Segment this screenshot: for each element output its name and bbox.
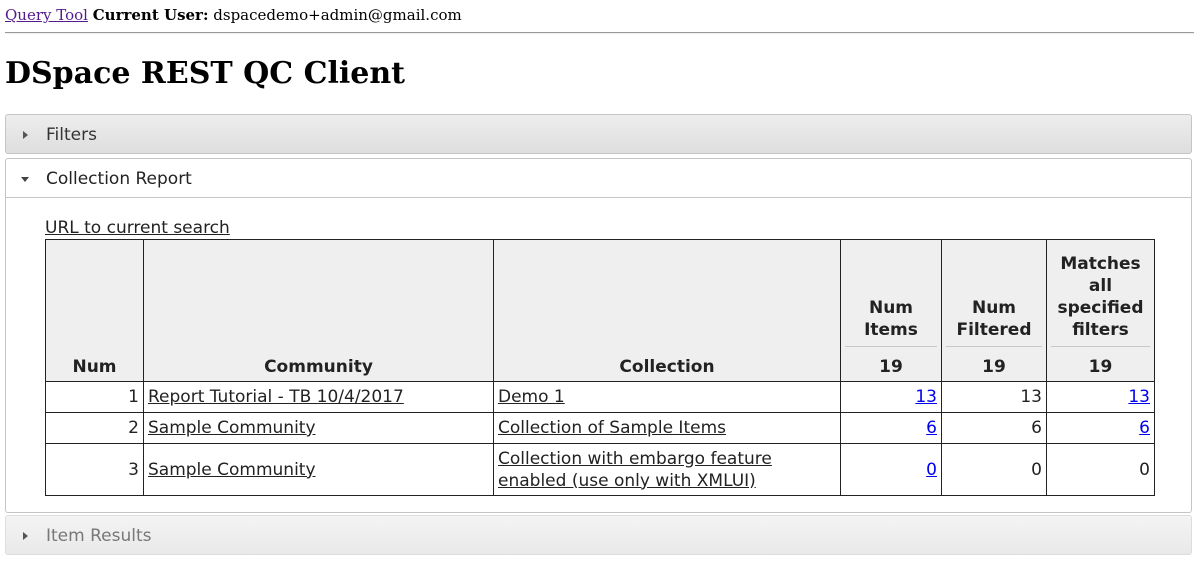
table-row: 2 Sample Community Collection of Sample … [45,412,1155,444]
total-num-filtered: 19 [946,346,1042,378]
num-filtered-value: 13 [941,381,1047,413]
accordion-collection-report-header[interactable]: Collection Report [5,158,1192,198]
header-collection[interactable]: Collection [493,239,841,382]
collection-report-table: Num Community Collection Num Items 19 Nu… [45,239,1155,496]
header-num-items[interactable]: Num Items 19 [840,239,942,382]
accordion-filters-header[interactable]: Filters [5,114,1192,154]
current-user-value: dspacedemo+admin@gmail.com [213,6,462,24]
community-link[interactable]: Sample Community [148,418,316,438]
matches-all-link[interactable]: 13 [1128,387,1150,407]
top-bar: Query Tool Current User: dspacedemo+admi… [5,6,462,24]
table-row: 3 Sample Community Collection with embar… [45,443,1155,496]
page-title: DSpace REST QC Client [5,56,406,91]
accordion-item-results-header[interactable]: Item Results [5,515,1192,555]
community-link[interactable]: Report Tutorial - TB 10/4/2017 [148,387,404,407]
header-community[interactable]: Community [143,239,494,382]
community-link[interactable]: Sample Community [148,460,316,480]
matches-all-link[interactable]: 6 [1139,418,1150,438]
num-filtered-value: 6 [941,412,1047,444]
table-header-row: Num Community Collection Num Items 19 Nu… [45,239,1155,382]
table-row: 1 Report Tutorial - TB 10/4/2017 Demo 1 … [45,381,1155,413]
header-divider [5,32,1194,34]
collection-link[interactable]: Demo 1 [498,387,565,407]
current-user-label: Current User: [92,6,209,24]
collection-link[interactable]: Collection with embargo feature enabled … [498,449,772,491]
row-num: 3 [45,443,144,496]
triangle-down-icon [20,159,32,199]
query-tool-link[interactable]: Query Tool [5,6,88,24]
accordion-filters-label: Filters [46,125,97,145]
accordion-item-results-label: Item Results [46,526,152,546]
url-current-search-link[interactable]: URL to current search [45,218,230,238]
num-items-link[interactable]: 13 [915,387,937,407]
header-num-filtered[interactable]: Num Filtered 19 [941,239,1047,382]
total-num-items: 19 [845,346,937,378]
header-matches-all[interactable]: Matches all specified filters 19 [1046,239,1155,382]
total-matches-all: 19 [1051,346,1150,378]
num-items-link[interactable]: 0 [926,460,937,480]
accordion-collection-report-label: Collection Report [46,169,192,189]
triangle-right-icon [20,516,32,556]
triangle-right-icon [20,115,32,155]
num-filtered-value: 0 [941,443,1047,496]
num-items-link[interactable]: 6 [926,418,937,438]
matches-all-value: 0 [1046,443,1155,496]
header-num[interactable]: Num [45,239,144,382]
row-num: 2 [45,412,144,444]
row-num: 1 [45,381,144,413]
collection-link[interactable]: Collection of Sample Items [498,418,726,438]
